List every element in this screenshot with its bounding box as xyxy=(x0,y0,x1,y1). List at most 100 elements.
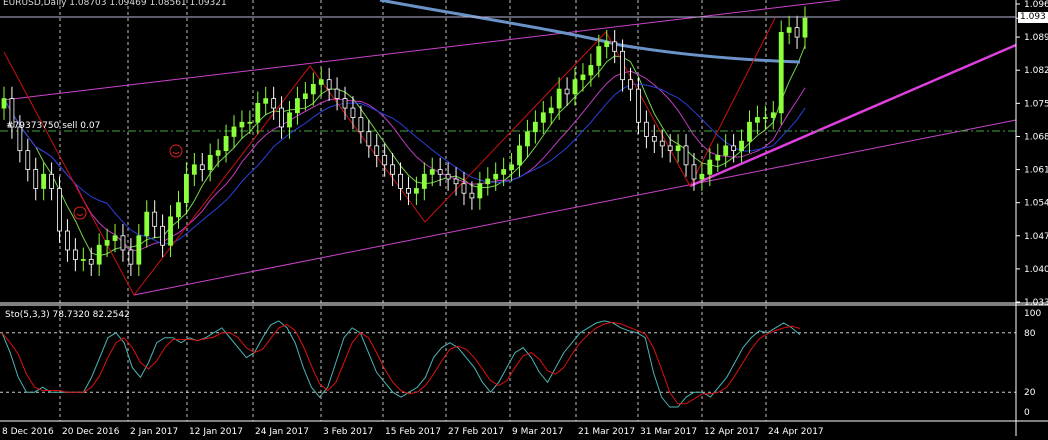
candle-body xyxy=(199,164,205,170)
candle-body xyxy=(588,65,594,76)
candle-body xyxy=(136,235,142,265)
candle-body xyxy=(33,169,39,189)
candle-body xyxy=(41,173,47,189)
candle-body xyxy=(144,211,150,237)
candle-body xyxy=(350,107,356,118)
stoch-tick-label: 20 xyxy=(1024,388,1036,398)
candle-body xyxy=(675,145,681,152)
candle-body xyxy=(707,159,713,175)
candle-body xyxy=(231,126,237,137)
date-tick-label: 12 Jan 2017 xyxy=(189,427,243,436)
current-price-flag: 1.093 xyxy=(1018,12,1048,23)
candle-body xyxy=(636,88,641,123)
candle-body xyxy=(747,121,752,142)
symbol-name: EURUSD,Daily xyxy=(3,0,67,8)
candle-body xyxy=(374,145,380,156)
candle-body xyxy=(49,173,54,189)
date-tick-label: 24 Jan 2017 xyxy=(255,427,309,436)
trendline-support xyxy=(689,43,1017,188)
candle-body xyxy=(88,259,94,265)
stoch-signal-line xyxy=(1,321,801,405)
price-tick-label: 1.082 xyxy=(1024,66,1048,76)
candle-body xyxy=(445,173,451,180)
candle-body xyxy=(477,183,483,199)
candlestick-series xyxy=(1,6,808,276)
candle-body xyxy=(437,169,443,175)
candle-body xyxy=(72,249,78,260)
candle-body xyxy=(168,216,173,246)
stoch-tick-label: 80 xyxy=(1024,329,1036,339)
date-axis: 8 Dec 2016 20 Dec 2016 2 Jan 2017 12 Jan 20… xyxy=(2,427,824,437)
candle-body xyxy=(755,117,760,123)
candle-body xyxy=(215,150,221,156)
candle-body xyxy=(786,27,792,33)
candle-body xyxy=(778,31,784,114)
smiley-mouth xyxy=(76,213,84,216)
price-tick-label: 1.040 xyxy=(1024,265,1048,275)
candle-body xyxy=(334,88,340,100)
price-tick-label: 1.047 xyxy=(1024,232,1048,242)
candle-body xyxy=(604,41,610,47)
candle-body xyxy=(184,173,189,204)
candle-body xyxy=(461,183,467,194)
order-line-label[interactable]: #79373750 sell 0.07 xyxy=(6,121,100,131)
price-tick-label: 1.054 xyxy=(1024,199,1048,209)
candle-body xyxy=(342,98,348,109)
date-tick-label: 24 Apr 2017 xyxy=(768,427,824,436)
channel-upper xyxy=(3,0,841,101)
price-tick-label: 1.075 xyxy=(1024,99,1048,109)
candle-body xyxy=(413,188,419,194)
candle-body xyxy=(517,145,522,166)
moving-averages xyxy=(3,0,806,257)
candle-body xyxy=(358,117,364,133)
candle-body xyxy=(643,121,649,137)
chart-canvas[interactable]: 1.096 1.093 1.089 1.082 1.075 1.068 1.061 1.054… xyxy=(0,0,1048,437)
date-tick-label: 3 Feb 2017 xyxy=(323,427,373,436)
candle-body xyxy=(366,131,372,147)
candle-body xyxy=(120,235,126,251)
stochastic-panel xyxy=(0,320,1016,408)
price-tick-label: 1.061 xyxy=(1024,166,1048,176)
ohlc-values: 1.08703 1.09469 1.08561 1.09321 xyxy=(69,0,227,8)
candle-body xyxy=(612,41,618,52)
candle-body xyxy=(794,27,800,38)
candle-body xyxy=(65,230,70,251)
date-tick-label: 8 Dec 2016 xyxy=(2,427,54,436)
candle-body xyxy=(532,121,538,133)
candle-body xyxy=(453,178,459,185)
candle-body xyxy=(398,173,403,189)
candle-body xyxy=(723,145,729,156)
candle-body xyxy=(326,79,332,90)
candle-body xyxy=(263,98,269,104)
candle-body xyxy=(1,98,7,109)
candle-body xyxy=(25,150,31,170)
candle-body xyxy=(96,244,102,265)
zigzag-indicator xyxy=(3,17,776,296)
candle-body xyxy=(731,145,737,152)
candle-body xyxy=(191,164,197,175)
candle-body xyxy=(802,17,808,38)
candle-body xyxy=(628,79,633,90)
candle-body xyxy=(525,131,530,147)
chart-window[interactable]: 1.096 1.093 1.089 1.082 1.075 1.068 1.061 1.054… xyxy=(0,0,1048,437)
candle-body xyxy=(104,240,110,246)
candle-body xyxy=(223,136,229,152)
stoch-tick-label: 100 xyxy=(1024,309,1041,319)
candle-body xyxy=(485,178,491,185)
candle-body xyxy=(493,173,499,180)
channel-lines xyxy=(0,0,1017,296)
date-tick-label: 21 Mar 2017 xyxy=(578,427,635,436)
candle-body xyxy=(691,164,697,180)
candle-body xyxy=(429,169,435,175)
date-tick-label: 12 Apr 2017 xyxy=(704,427,760,436)
date-tick-label: 27 Feb 2017 xyxy=(448,427,504,436)
date-gridlines xyxy=(59,0,767,421)
candle-body xyxy=(556,88,562,109)
candle-body xyxy=(160,225,166,246)
stochastic-header: Sto(5,3,3) 78.7320 82.2542 xyxy=(5,310,130,320)
candle-body xyxy=(57,188,62,232)
price-tick-label: 1.033 xyxy=(1024,298,1048,308)
candle-body xyxy=(564,88,570,95)
smiley-mouth xyxy=(172,151,180,154)
candle-body xyxy=(255,102,261,123)
